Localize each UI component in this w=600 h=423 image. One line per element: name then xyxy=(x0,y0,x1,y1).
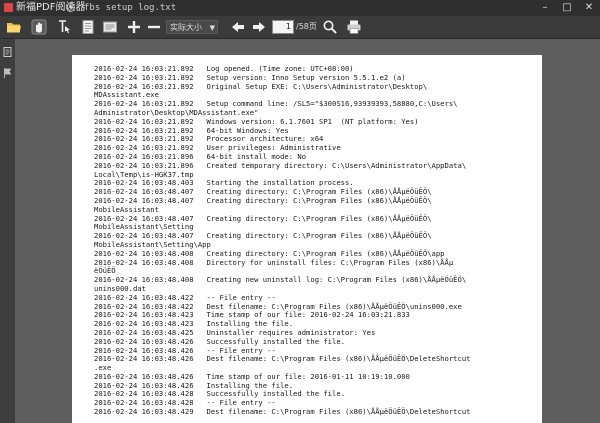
print-icon[interactable] xyxy=(346,19,362,35)
close-button[interactable]: ✕ xyxy=(578,0,600,16)
maximize-button[interactable]: □ xyxy=(556,0,578,16)
next-page-icon[interactable] xyxy=(251,19,267,35)
app-name: 新福PDF阅读器 xyxy=(16,2,86,13)
log-line: 2016-02-24 16:03:48.426 Dest filename: C… xyxy=(94,354,471,364)
bookmark-icon[interactable] xyxy=(3,68,12,78)
title-bar: 新福PDF阅读器 ▾ fbs setup log.txt – □ ✕ xyxy=(0,0,600,16)
page-total: /58页 xyxy=(296,22,317,31)
open-folder-icon[interactable] xyxy=(6,19,22,35)
document-title: fbs setup log.txt xyxy=(84,3,177,13)
log-line: 2016-02-24 16:03:48.408 Creating new uni… xyxy=(94,275,467,285)
single-page-icon[interactable] xyxy=(80,19,96,35)
log-text: 2016-02-24 16:03:21.892 Log opened. (Tim… xyxy=(94,64,471,417)
pages-icon[interactable] xyxy=(3,47,12,57)
document-page: 2016-02-24 16:03:21.892 Log opened. (Tim… xyxy=(72,55,542,423)
select-text-icon[interactable] xyxy=(56,19,72,35)
sidebar xyxy=(0,39,15,423)
log-line: 2016-02-24 16:03:48.429 Dest filename: C… xyxy=(94,407,471,417)
chevron-down-icon: ▼ xyxy=(209,24,215,32)
log-line: 2016-02-24 16:03:48.408 Directory for un… xyxy=(94,257,454,267)
page-number-input[interactable]: 1 xyxy=(272,20,294,34)
minimize-button[interactable]: – xyxy=(534,0,556,16)
app-menu-button[interactable]: ▾ xyxy=(66,3,75,12)
document-viewport[interactable]: 2016-02-24 16:03:21.892 Log opened. (Tim… xyxy=(15,39,600,423)
search-icon[interactable] xyxy=(322,19,338,35)
hand-tool-icon[interactable] xyxy=(31,19,47,35)
zoom-in-icon[interactable] xyxy=(126,19,142,35)
zoom-out-icon[interactable] xyxy=(146,19,162,35)
toolbar: 实际大小 ▼ 1 /58页 xyxy=(0,16,600,39)
zoom-value: 实际大小 xyxy=(170,23,202,32)
zoom-select[interactable]: 实际大小 ▼ xyxy=(166,20,218,34)
two-page-icon[interactable] xyxy=(102,19,118,35)
previous-page-icon[interactable] xyxy=(230,19,246,35)
app-icon xyxy=(4,3,13,12)
